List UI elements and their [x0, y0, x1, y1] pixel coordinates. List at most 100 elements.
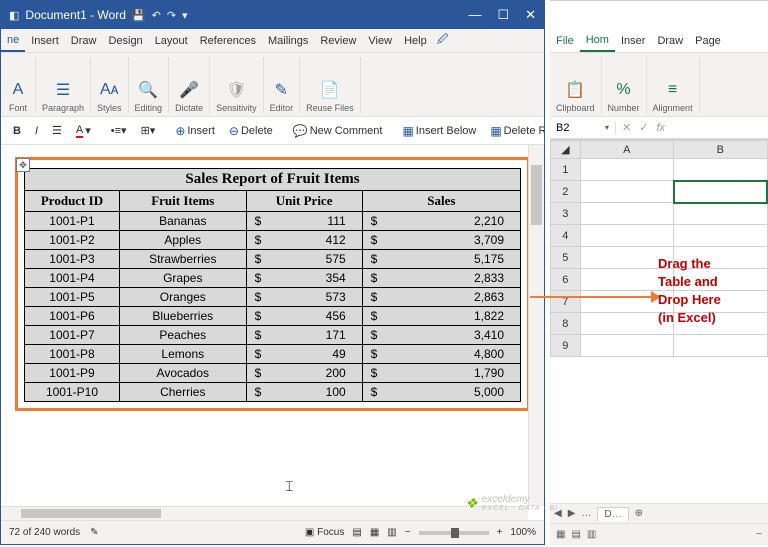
- group-paragraph[interactable]: ☰Paragraph: [36, 57, 91, 113]
- fx-icon[interactable]: fx: [656, 122, 665, 134]
- group-font[interactable]: AFont: [1, 57, 36, 113]
- select-all-corner[interactable]: ◢: [551, 141, 581, 159]
- insert-below-button[interactable]: ▦Insert Below: [398, 122, 480, 140]
- group-styles[interactable]: AᴀStyles: [91, 57, 129, 113]
- row-header[interactable]: 6: [551, 269, 581, 291]
- row-header[interactable]: 7: [551, 291, 581, 313]
- view-break-icon[interactable]: ▥: [587, 529, 596, 540]
- table-row[interactable]: 1001-P3Strawberries5755,175: [25, 250, 521, 269]
- group-dictate[interactable]: 🎤Dictate: [169, 57, 210, 113]
- close-button[interactable]: ✕: [525, 7, 536, 23]
- tab-references[interactable]: References: [194, 29, 262, 52]
- zoom-out-button[interactable]: −: [405, 527, 411, 538]
- group-reuse[interactable]: 📄Reuse Files: [300, 57, 361, 113]
- delete-rows-button[interactable]: ▦Delete Rows: [486, 122, 544, 140]
- save-icon[interactable]: 💾: [132, 9, 146, 22]
- cell[interactable]: [674, 335, 767, 357]
- new-sheet-button[interactable]: ⊕: [635, 508, 643, 519]
- cell[interactable]: [674, 203, 767, 225]
- zoom-level[interactable]: 100%: [510, 527, 536, 538]
- sheet-nav-next[interactable]: ▶: [568, 508, 576, 519]
- collapse-ribbon-icon[interactable]: 🖉: [437, 31, 449, 50]
- word-vertical-scrollbar[interactable]: [528, 145, 544, 506]
- cell[interactable]: [674, 181, 767, 203]
- group-sensitivity[interactable]: 🛡Sensitivity: [210, 57, 264, 113]
- tab-pagelayout[interactable]: Page: [689, 29, 727, 52]
- undo-icon[interactable]: ↶: [152, 9, 161, 22]
- cell[interactable]: [580, 159, 673, 181]
- tab-file[interactable]: File: [550, 29, 580, 52]
- tab-layout[interactable]: Layout: [149, 29, 194, 52]
- zoom-out-button[interactable]: −: [756, 529, 762, 540]
- word-horizontal-scrollbar[interactable]: [1, 506, 528, 520]
- redo-icon[interactable]: ↷: [167, 9, 176, 22]
- cell[interactable]: [580, 335, 673, 357]
- cancel-icon[interactable]: ✕: [622, 121, 631, 134]
- table-row[interactable]: 1001-P2Apples4123,709: [25, 231, 521, 250]
- col-header[interactable]: B: [674, 141, 767, 159]
- formula-bar[interactable]: ✕ ✓ fx: [616, 121, 768, 134]
- autosave-icon[interactable]: ◧: [9, 9, 19, 22]
- name-box[interactable]: B2▾: [550, 122, 616, 134]
- maximize-button[interactable]: ☐: [497, 7, 509, 23]
- word-document-area[interactable]: ✥ Sales Report of Fruit Items Product ID…: [1, 145, 544, 515]
- cell[interactable]: [674, 159, 767, 181]
- tab-mailings[interactable]: Mailings: [262, 29, 314, 52]
- sheet-nav-menu[interactable]: …: [581, 508, 591, 519]
- minimize-button[interactable]: —: [468, 7, 481, 23]
- row-header[interactable]: 1: [551, 159, 581, 181]
- table-move-handle[interactable]: ✥: [16, 158, 30, 172]
- row-header[interactable]: 9: [551, 335, 581, 357]
- tab-help[interactable]: Help: [398, 29, 433, 52]
- tab-insert[interactable]: Insert: [25, 29, 65, 52]
- tab-draw[interactable]: Draw: [651, 29, 689, 52]
- tab-draw[interactable]: Draw: [65, 29, 103, 52]
- group-number[interactable]: %Number: [602, 57, 647, 113]
- borders-button[interactable]: ⊞▾: [137, 122, 160, 139]
- font-color-button[interactable]: A▾: [72, 122, 95, 140]
- group-clipboard[interactable]: 📋Clipboard: [550, 57, 602, 113]
- bold-button[interactable]: B: [9, 123, 25, 139]
- view-normal-icon[interactable]: ▦: [556, 529, 565, 540]
- word-count[interactable]: 72 of 240 words: [9, 527, 80, 538]
- table-row[interactable]: 1001-P5Oranges5732,863: [25, 288, 521, 307]
- sheet-tab[interactable]: D…: [597, 507, 628, 521]
- tab-design[interactable]: Design: [102, 29, 148, 52]
- table-row[interactable]: 1001-P9Avocados2001,790: [25, 364, 521, 383]
- row-header[interactable]: 5: [551, 247, 581, 269]
- align-button[interactable]: ☰: [48, 122, 66, 139]
- sales-table[interactable]: Sales Report of Fruit Items Product ID F…: [24, 168, 521, 402]
- tab-home[interactable]: Hom: [580, 29, 615, 52]
- group-alignment[interactable]: ≡Alignment: [647, 57, 700, 113]
- cell[interactable]: [580, 225, 673, 247]
- focus-button[interactable]: ▣ Focus: [305, 527, 344, 538]
- col-header[interactable]: A: [580, 141, 673, 159]
- delete-button[interactable]: ⊖Delete: [225, 122, 277, 140]
- new-comment-button[interactable]: 💬New Comment: [289, 122, 387, 140]
- row-header[interactable]: 3: [551, 203, 581, 225]
- view-web-icon[interactable]: ▦: [370, 527, 379, 538]
- cell[interactable]: [580, 203, 673, 225]
- spell-check-icon[interactable]: ✎: [90, 527, 98, 538]
- table-row[interactable]: 1001-P7Peaches1713,410: [25, 326, 521, 345]
- group-editor[interactable]: ✎Editor: [264, 57, 301, 113]
- table-row[interactable]: 1001-P1Bananas1112,210: [25, 212, 521, 231]
- view-page-icon[interactable]: ▤: [571, 529, 580, 540]
- bullets-button[interactable]: •≡▾: [107, 122, 131, 139]
- insert-button[interactable]: ⊕Insert: [171, 122, 219, 140]
- enter-icon[interactable]: ✓: [639, 121, 648, 134]
- dropdown-icon[interactable]: ▾: [182, 9, 188, 22]
- group-editing[interactable]: 🔍Editing: [129, 57, 170, 113]
- table-row[interactable]: 1001-P8Lemons494,800: [25, 345, 521, 364]
- tab-insert[interactable]: Inser: [615, 29, 651, 52]
- row-header[interactable]: 8: [551, 313, 581, 335]
- view-read-icon[interactable]: ▥: [387, 527, 396, 538]
- tab-home[interactable]: ne: [1, 29, 25, 52]
- cell[interactable]: [580, 181, 673, 203]
- table-row[interactable]: 1001-P4Grapes3542,833: [25, 269, 521, 288]
- tab-review[interactable]: Review: [314, 29, 362, 52]
- cell[interactable]: [674, 225, 767, 247]
- row-header[interactable]: 2: [551, 181, 581, 203]
- row-header[interactable]: 4: [551, 225, 581, 247]
- zoom-slider[interactable]: [419, 531, 489, 535]
